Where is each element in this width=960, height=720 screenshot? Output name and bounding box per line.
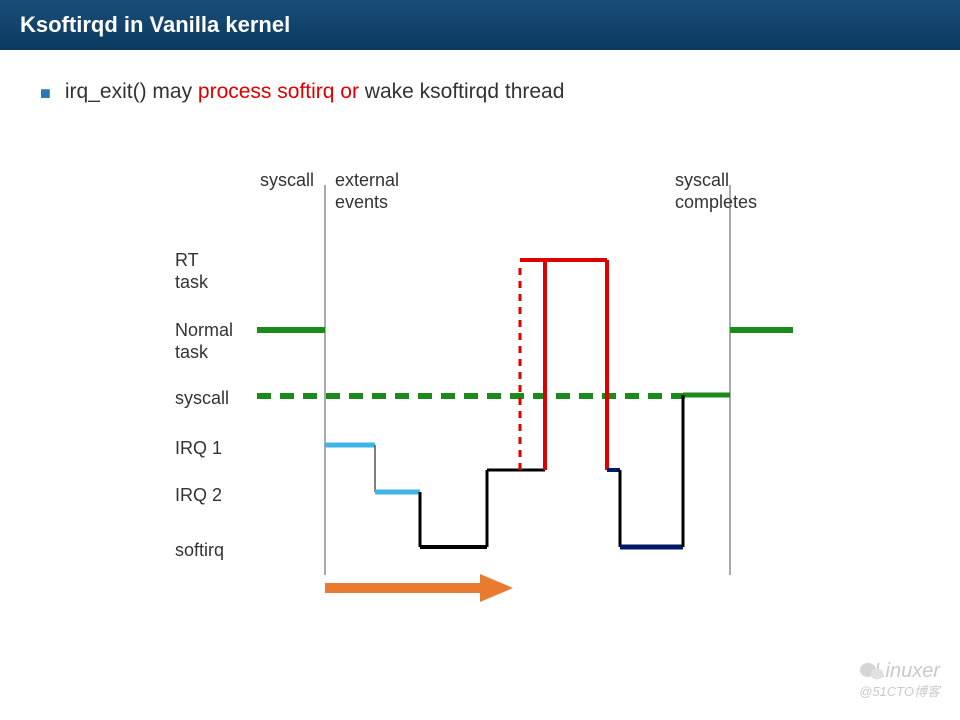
bullet-text: irq_exit() may process softirq or wake k…: [65, 80, 565, 104]
bullet-line: ■ irq_exit() may process softirq or wake…: [40, 80, 920, 104]
slide-title: Ksoftirqd in Vanilla kernel: [20, 12, 290, 37]
watermark: Linuxer @51CTO博客: [859, 660, 940, 700]
bullet-marker-icon: ■: [40, 83, 51, 104]
timeline-diagram: syscall external events syscall complete…: [175, 170, 795, 610]
bullet-suffix: wake ksoftirqd thread: [359, 80, 564, 103]
bullet-highlight: process softirq or: [198, 80, 359, 103]
bullet-prefix: irq_exit() may: [65, 80, 198, 103]
slide-header: Ksoftirqd in Vanilla kernel: [0, 0, 960, 50]
watermark-sub: @51CTO博客: [859, 681, 940, 700]
diagram-svg: [175, 170, 795, 610]
bullet-area: ■ irq_exit() may process softirq or wake…: [0, 50, 960, 114]
